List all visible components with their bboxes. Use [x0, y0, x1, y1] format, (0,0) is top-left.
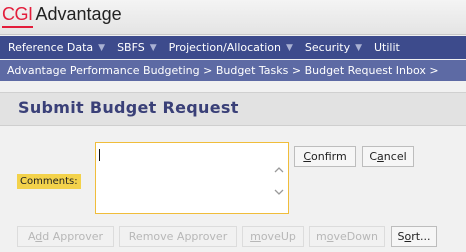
- nav-label: Utilit: [374, 41, 400, 54]
- cgi-advantage-logo[interactable]: CGI Advantage: [2, 4, 122, 28]
- move-up-button[interactable]: moveUp: [242, 226, 304, 247]
- sort-label-post: rt...: [411, 230, 431, 243]
- chevron-down-icon: ▼: [355, 42, 362, 53]
- cancel-label-pre: C: [369, 150, 378, 163]
- move-down-button[interactable]: moveDown: [309, 226, 385, 247]
- confirm-accesskey: C: [303, 150, 311, 163]
- nav-sbfs[interactable]: SBFS ▼: [111, 41, 163, 54]
- cancel-accesskey: a: [377, 150, 384, 163]
- cancel-button[interactable]: Cancel: [362, 146, 414, 167]
- move-down-label-pre: m: [316, 230, 327, 243]
- add-approver-label-post: d Approver: [42, 230, 104, 243]
- move-up-label-post: oveUp: [260, 230, 296, 243]
- nav-utilities[interactable]: Utilit: [368, 41, 406, 54]
- remove-approver-button[interactable]: Remove Approver: [119, 226, 237, 247]
- nav-security[interactable]: Security ▼: [299, 41, 368, 54]
- main-nav: Reference Data ▼ SBFS ▼ Projection/Alloc…: [0, 36, 466, 59]
- confirm-button[interactable]: Confirm: [294, 146, 356, 167]
- logo-brand: CGI: [2, 4, 33, 28]
- text-cursor: [99, 149, 100, 161]
- nav-projection-allocation[interactable]: Projection/Allocation ▼: [163, 41, 299, 54]
- comments-textarea[interactable]: [96, 143, 266, 211]
- move-up-accesskey: m: [250, 230, 261, 243]
- move-down-label-post: veDown: [333, 230, 378, 243]
- sort-button[interactable]: Sort...: [391, 226, 437, 247]
- confirm-label-post: onfirm: [311, 150, 347, 163]
- comments-label: Comments:: [17, 174, 81, 189]
- move-down-accesskey: o: [326, 230, 334, 243]
- breadcrumb[interactable]: Advantage Performance Budgeting > Budget…: [0, 60, 466, 81]
- page-title-bar: Submit Budget Request: [0, 92, 466, 126]
- scroll-down-icon[interactable]: [274, 187, 284, 197]
- cancel-label-post: ncel: [383, 150, 407, 163]
- remove-approver-label: Remove Approver: [128, 230, 228, 243]
- nav-label: Security: [304, 41, 351, 54]
- logo-app-name: Advantage: [35, 4, 122, 24]
- nav-label: SBFS: [117, 41, 145, 54]
- app-header: CGI Advantage: [0, 0, 466, 35]
- nav-label: Projection/Allocation: [168, 41, 281, 54]
- chevron-down-icon: ▼: [285, 42, 293, 53]
- comments-field[interactable]: [95, 142, 289, 214]
- page-title: Submit Budget Request: [18, 98, 239, 117]
- chevron-down-icon: ▼: [149, 42, 157, 53]
- nav-reference-data[interactable]: Reference Data ▼: [0, 41, 111, 54]
- scroll-up-icon[interactable]: [274, 165, 284, 175]
- add-approver-button[interactable]: Add Approver: [17, 226, 114, 247]
- nav-label: Reference Data: [8, 41, 94, 54]
- chevron-down-icon: ▼: [98, 42, 106, 53]
